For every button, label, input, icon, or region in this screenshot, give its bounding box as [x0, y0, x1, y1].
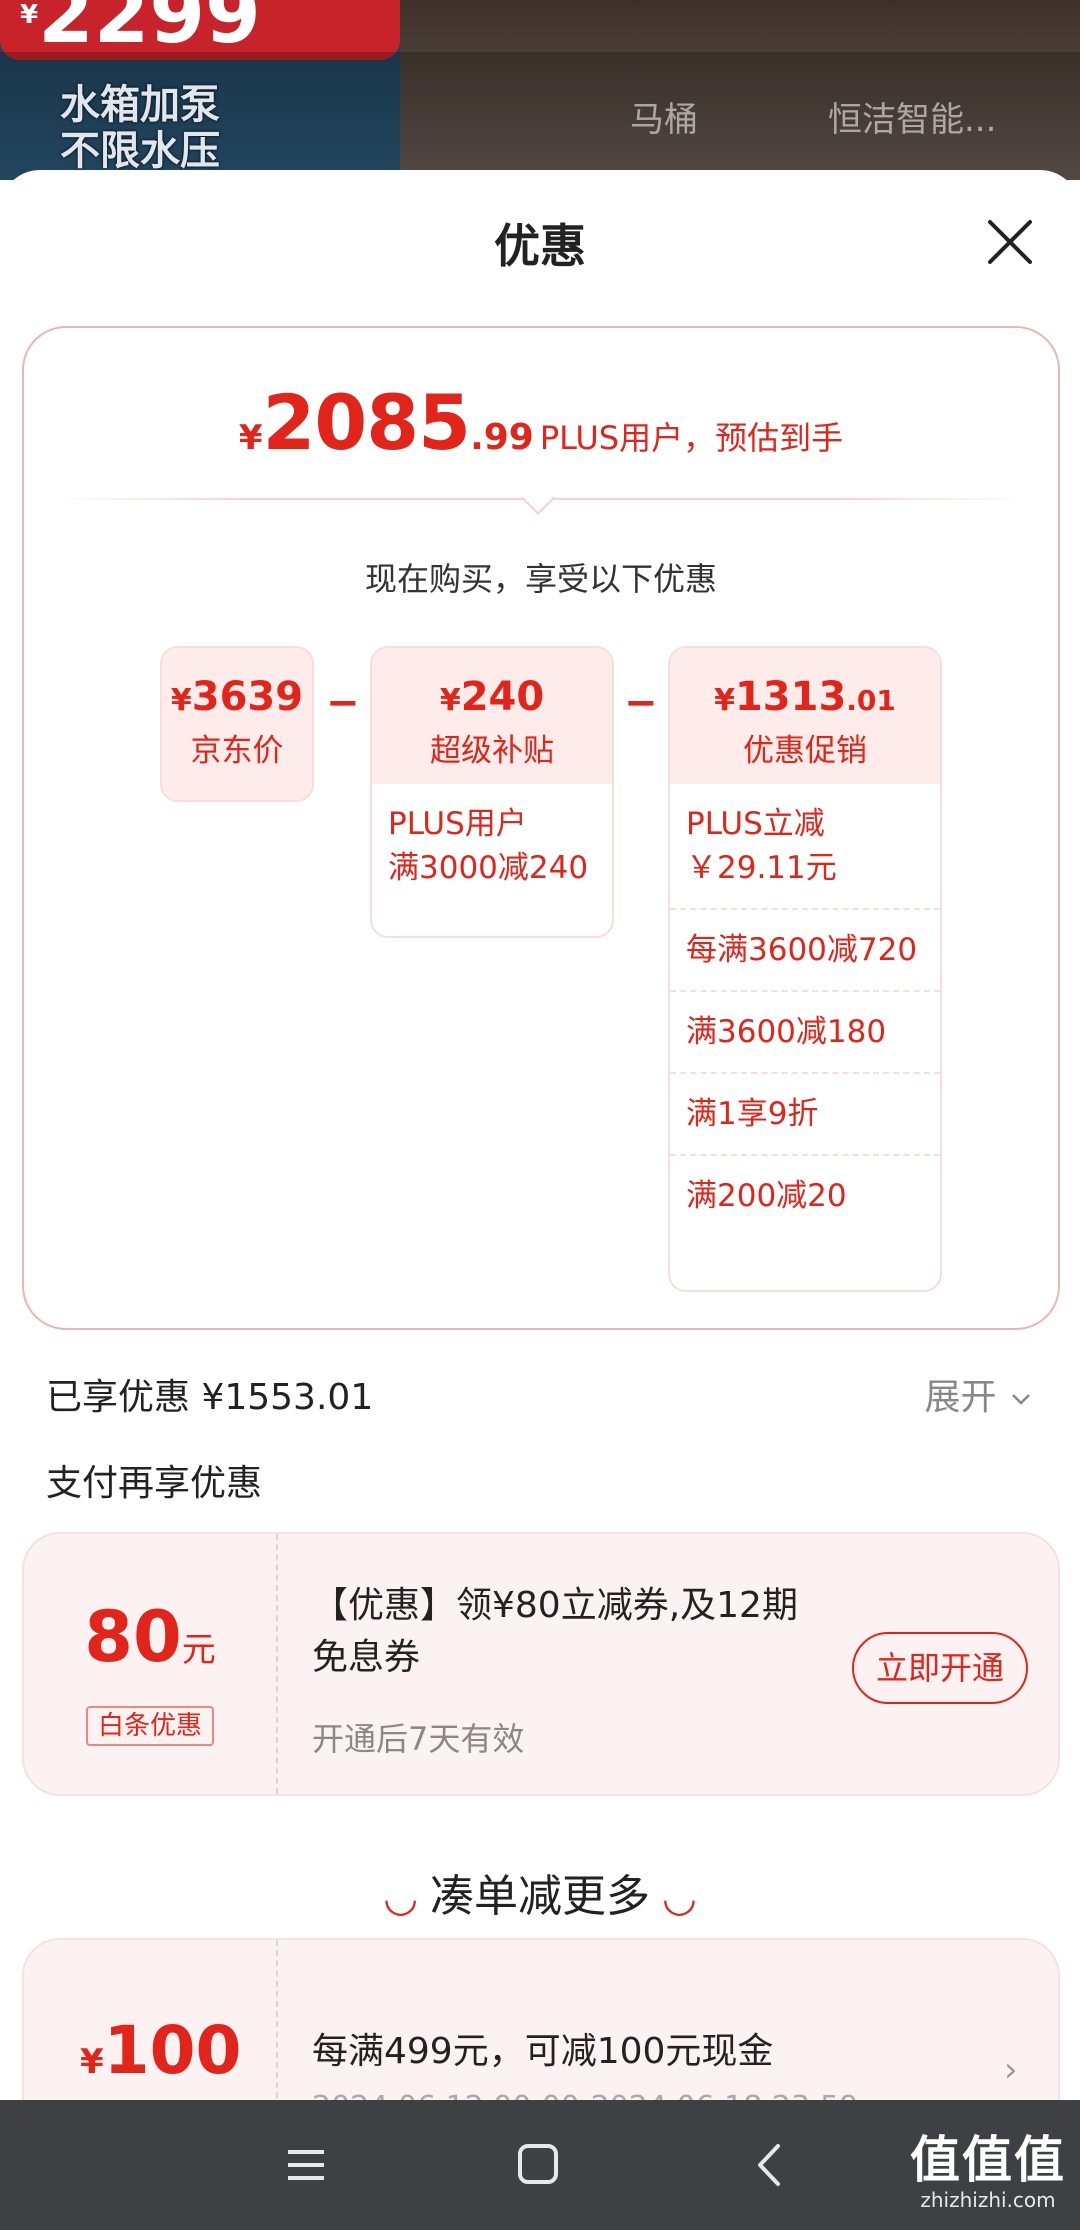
- estimated-price-note: PLUS用户，预估到手: [539, 419, 844, 457]
- sheet-title: 优惠: [494, 219, 586, 273]
- subsidy-rule: PLUS用户 满3000减240: [388, 806, 589, 886]
- cash-coupon-title: 每满499元，可减100元现金: [312, 2031, 774, 2072]
- back-button[interactable]: [732, 2130, 812, 2200]
- promotion-box: ¥1313.01 优惠促销 PLUS立减 ￥29.11元 每满3600减720 …: [668, 646, 942, 1292]
- coupon-validity: 开通后7天有效: [312, 1720, 525, 1758]
- pay-discount-title: 支付再享优惠: [46, 1463, 263, 1504]
- jd-price-label: 京东价: [190, 733, 284, 769]
- home-button[interactable]: [498, 2130, 578, 2200]
- background-tab-toilet[interactable]: 马桶: [630, 92, 698, 141]
- back-icon[interactable]: [732, 2130, 812, 2200]
- subsidy-label: 超级补贴: [430, 733, 554, 769]
- background-promo-text: 水箱加泵 不限水压: [60, 82, 220, 174]
- saved-amount: 已享优惠 ¥1553.01: [46, 1377, 374, 1418]
- activate-now-button[interactable]: 立即开通: [852, 1632, 1028, 1704]
- estimated-price: ¥2085.99 PLUS用户，预估到手: [238, 378, 844, 467]
- promotion-rule: 满200减20: [670, 1154, 940, 1236]
- promotion-rule: 每满3600减720: [670, 908, 940, 990]
- divider-notch: [521, 481, 555, 515]
- jd-price-amount: ¥3639: [170, 674, 304, 720]
- coupon-title: 【优惠】领¥80立减券,及12期免息券: [312, 1585, 798, 1678]
- smile-icon: ◡: [664, 1875, 695, 1921]
- background-tab-brand[interactable]: 恒洁智能...: [828, 92, 996, 141]
- recent-apps-button[interactable]: [266, 2130, 346, 2200]
- baitiao-coupon-card: 80元 白条优惠 【优惠】领¥80立减券,及12期免息券 开通后7天有效 立即开…: [22, 1532, 1060, 1796]
- smile-icon: ◡: [385, 1875, 416, 1921]
- promotion-label: 优惠促销: [743, 733, 867, 769]
- promotion-rule: 满3600减180: [670, 990, 940, 1072]
- promotion-rule: PLUS立减 ￥29.11元: [686, 806, 837, 886]
- subsidy-amount: ¥240: [439, 674, 545, 720]
- menu-icon[interactable]: [266, 2130, 346, 2200]
- home-icon[interactable]: [498, 2130, 578, 2200]
- coupon-separator: [276, 1534, 278, 1794]
- close-icon[interactable]: [980, 212, 1040, 272]
- expand-label[interactable]: 展开: [925, 1377, 997, 1418]
- more-deals-title: ◡ 凑单减更多 ◡: [385, 1871, 695, 1922]
- subsidy-box: ¥240 超级补贴 PLUS用户 满3000减240: [370, 646, 614, 938]
- background-price: ¥2299: [0, 0, 400, 60]
- coupon-amount: 80元: [84, 1596, 216, 1678]
- promotion-rule: 满1享9折: [670, 1072, 940, 1154]
- chevron-right-icon[interactable]: ›: [1004, 2050, 1018, 2090]
- close-button[interactable]: [980, 212, 1040, 272]
- expand-toggle[interactable]: 展开: [925, 1368, 1034, 1420]
- coupon-type-tag: 白条优惠: [86, 1706, 214, 1746]
- chevron-down-icon[interactable]: [1008, 1389, 1034, 1409]
- minus-sign: −: [624, 680, 658, 726]
- minus-sign: −: [326, 680, 360, 726]
- watermark: 值值值 zhizhizhi.com: [910, 2131, 1066, 2212]
- buy-now-text: 现在购买，享受以下优惠: [364, 560, 717, 598]
- promotion-amount: ¥1313.01: [714, 674, 896, 720]
- background-product-page: ¥2299 水箱加泵 不限水压 马桶 恒洁智能...: [0, 0, 1080, 180]
- cash-coupon-amount: ¥100: [80, 2012, 242, 2089]
- discount-sheet: 优惠 ¥2085.99 PLUS用户，预估到手 现在购买，享受以下优惠 ¥3639…: [0, 170, 1080, 2230]
- price-breakdown-card: ¥2085.99 PLUS用户，预估到手 现在购买，享受以下优惠 ¥3639 京东…: [22, 326, 1060, 1330]
- jd-price-box: ¥3639 京东价: [160, 646, 314, 802]
